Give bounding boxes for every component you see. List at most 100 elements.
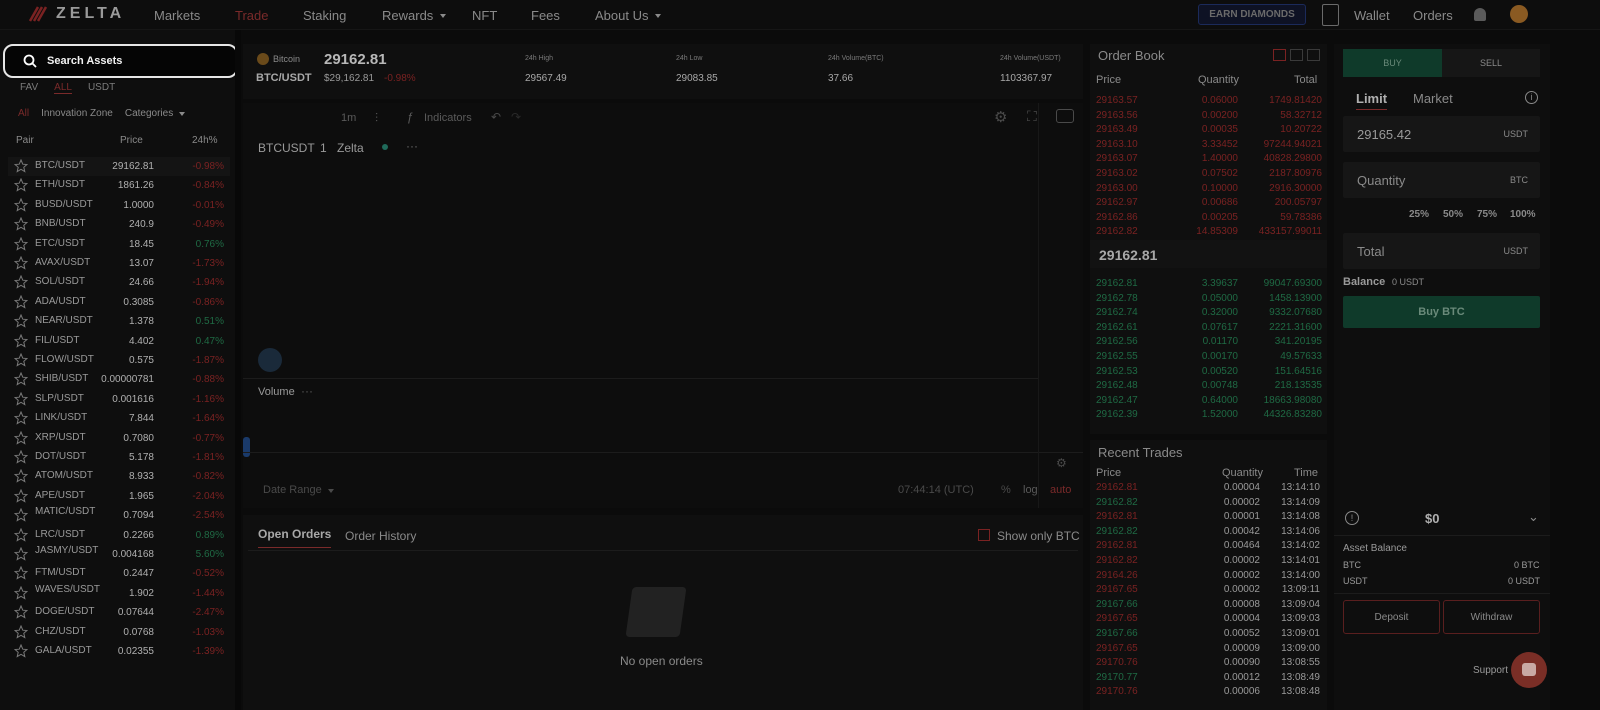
pair-row[interactable]: BTC/USDT 29162.81 -0.98% — [8, 157, 230, 176]
ask-row[interactable]: 29162.82 14.85309 433157.99011 — [1096, 226, 1322, 239]
candle-type-icon[interactable]: ⫶ — [375, 111, 378, 126]
more-icon[interactable]: ··· — [406, 139, 418, 153]
bid-row[interactable]: 29162.56 0.01170 341.20195 — [1096, 336, 1322, 349]
nav-nft[interactable]: NFT — [472, 8, 497, 23]
ask-row[interactable]: 29163.10 3.33452 97244.94021 — [1096, 139, 1322, 152]
pair-row[interactable]: FIL/USDT 4.402 0.47% — [8, 332, 230, 351]
subtab-categories[interactable]: Categories — [125, 108, 185, 119]
pair-row[interactable]: GALA/USDT 0.02355 -1.39% — [8, 642, 230, 661]
ask-row[interactable]: 29162.86 0.00205 59.78386 — [1096, 212, 1322, 225]
pair-row[interactable]: ETH/USDT 1861.26 -0.84% — [8, 176, 230, 195]
nav-about[interactable]: About Us — [595, 8, 662, 23]
col-price[interactable]: Price — [120, 135, 143, 146]
star-icon[interactable] — [14, 178, 28, 193]
sell-tab[interactable]: SELL — [1442, 49, 1540, 77]
pair-row[interactable]: BUSD/USDT 1.0000 -0.01% — [8, 196, 230, 215]
star-icon[interactable] — [14, 256, 28, 270]
star-icon[interactable] — [14, 411, 28, 425]
tab-market[interactable]: Market — [1413, 91, 1453, 106]
withdraw-button[interactable]: Withdraw — [1443, 600, 1540, 634]
pair-row[interactable]: APE/USDT 1.965 -2.04% — [8, 487, 230, 506]
bid-row[interactable]: 29162.55 0.00170 49.57633 — [1096, 351, 1322, 364]
star-icon[interactable] — [14, 236, 28, 251]
pair-row[interactable]: FLOW/USDT 0.575 -1.87% — [8, 351, 230, 370]
fullscreen-icon[interactable]: ⛶ — [1027, 108, 1037, 125]
star-icon[interactable] — [14, 391, 28, 406]
pair-row[interactable]: ETC/USDT 18.45 0.76% — [8, 235, 230, 254]
ask-row[interactable]: 29163.49 0.00035 10.20722 — [1096, 124, 1322, 137]
bell-icon[interactable] — [1474, 8, 1486, 21]
star-icon[interactable] — [14, 450, 28, 464]
nav-fees[interactable]: Fees — [531, 8, 560, 23]
col-change[interactable]: 24h% — [192, 135, 218, 146]
interval-button[interactable]: 1m — [341, 112, 356, 124]
tab-limit[interactable]: Limit — [1356, 91, 1388, 110]
pair-row[interactable]: SOL/USDT 24.66 -1.94% — [8, 273, 230, 292]
pair-row[interactable]: AVAX/USDT 13.07 -1.73% — [8, 254, 230, 273]
avatar[interactable] — [1510, 5, 1528, 23]
pair-row[interactable]: ATOM/USDT 8.933 -0.82% — [8, 467, 230, 486]
pair-row[interactable]: ADA/USDT 0.3085 -0.86% — [8, 293, 230, 312]
pair-row[interactable]: DOT/USDT 5.178 -1.81% — [8, 448, 230, 467]
star-icon[interactable] — [14, 159, 28, 173]
download-icon[interactable] — [1322, 4, 1339, 26]
pair-row[interactable]: FTM/USDT 0.2447 -0.52% — [8, 564, 230, 583]
star-icon[interactable] — [14, 430, 28, 445]
search-input[interactable]: Search Assets — [3, 44, 238, 78]
volume-more-icon[interactable]: ··· — [301, 384, 313, 398]
ask-row[interactable]: 29163.00 0.10000 2916.30000 — [1096, 183, 1322, 196]
ask-row[interactable]: 29163.57 0.06000 1749.81420 — [1096, 95, 1322, 108]
buy-tab[interactable]: BUY — [1343, 49, 1442, 77]
ask-row[interactable]: 29163.56 0.00200 58.32712 — [1096, 110, 1322, 123]
star-icon[interactable] — [14, 333, 28, 348]
star-icon[interactable] — [14, 217, 28, 231]
star-icon[interactable] — [14, 508, 28, 522]
star-icon[interactable] — [14, 294, 28, 309]
pct-75-button[interactable]: 75% — [1477, 209, 1497, 220]
show-only-checkbox[interactable] — [978, 529, 990, 541]
star-icon[interactable] — [14, 547, 28, 561]
star-icon[interactable] — [14, 469, 28, 484]
both-view-icon[interactable] — [1273, 49, 1286, 61]
bid-row[interactable]: 29162.78 0.05000 1458.13900 — [1096, 293, 1322, 306]
earn-diamonds-button[interactable]: EARN DIAMONDS — [1198, 4, 1306, 25]
pair-row[interactable]: LRC/USDT 0.2266 0.89% — [8, 526, 230, 545]
undo-icon[interactable]: ↶ — [491, 110, 501, 124]
star-icon[interactable] — [14, 353, 28, 367]
star-icon[interactable] — [14, 197, 28, 212]
tab-open-orders[interactable]: Open Orders — [258, 527, 332, 548]
price-chart[interactable]: 1m ⫶ ƒ Indicators ↶ ↷ ⚙ ⛶ BTCUSDT 1 Zelt… — [243, 103, 1083, 508]
pair-row[interactable]: SLP/USDT 0.001616 -1.16% — [8, 390, 230, 409]
star-icon[interactable] — [14, 275, 28, 290]
bid-row[interactable]: 29162.53 0.00520 151.64516 — [1096, 366, 1322, 379]
star-icon[interactable] — [14, 372, 28, 387]
percent-toggle[interactable]: % — [1001, 484, 1011, 496]
deposit-button[interactable]: Deposit — [1343, 600, 1440, 634]
subtab-all[interactable]: All — [18, 108, 29, 119]
bid-row[interactable]: 29162.74 0.32000 9332.07680 — [1096, 307, 1322, 320]
tab-usdt[interactable]: USDT — [88, 82, 115, 94]
bids-view-icon[interactable] — [1290, 49, 1303, 61]
star-icon[interactable] — [14, 624, 28, 639]
chevron-down-icon[interactable]: ⌄ — [1528, 509, 1539, 525]
logo[interactable]: ZELTA — [28, 5, 125, 23]
bid-row[interactable]: 29162.39 1.52000 44326.83280 — [1096, 409, 1322, 422]
ask-row[interactable]: 29162.97 0.00686 200.05797 — [1096, 197, 1322, 210]
star-icon[interactable] — [14, 585, 28, 600]
total-input[interactable]: Total USDT — [1343, 233, 1540, 269]
scroll-handle[interactable] — [243, 437, 250, 457]
auto-toggle[interactable]: auto — [1050, 484, 1071, 496]
pair-row[interactable]: XRP/USDT 0.7080 -0.77% — [8, 429, 230, 448]
bid-row[interactable]: 29162.61 0.07617 2221.31600 — [1096, 322, 1322, 335]
quantity-input[interactable]: Quantity BTC — [1343, 162, 1540, 198]
nav-rewards[interactable]: Rewards — [382, 8, 447, 23]
pair-row[interactable]: BNB/USDT 240.9 -0.49% — [8, 215, 230, 234]
redo-icon[interactable]: ↷ — [511, 110, 521, 124]
subtab-innovation[interactable]: Innovation Zone — [41, 108, 113, 119]
nav-staking[interactable]: Staking — [303, 8, 346, 23]
pair-row[interactable]: LINK/USDT 7.844 -1.64% — [8, 409, 230, 428]
bid-row[interactable]: 29162.48 0.00748 218.13535 — [1096, 380, 1322, 393]
balance-info-icon[interactable]: ! — [1345, 511, 1359, 525]
tab-order-history[interactable]: Order History — [345, 529, 416, 543]
camera-icon[interactable] — [1056, 109, 1074, 123]
